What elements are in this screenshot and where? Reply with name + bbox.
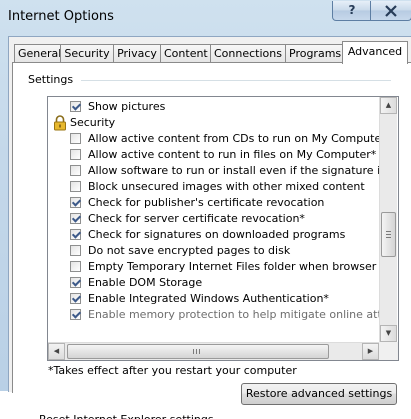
dialog-body: General Security Privacy Content Connect… — [8, 36, 411, 419]
thumb-grip-line — [386, 231, 391, 232]
settings-option-label: Allow active content to run in files on … — [88, 148, 377, 161]
tab-programs[interactable]: Programs — [285, 44, 344, 63]
checkbox-checked[interactable] — [70, 277, 81, 288]
close-button[interactable] — [370, 1, 411, 21]
reset-ie-group-label: Reset Internet Explorer settings — [39, 413, 214, 419]
tab-security[interactable]: Security — [60, 44, 114, 63]
help-button[interactable]: ? — [332, 1, 372, 21]
lock-icon — [54, 115, 66, 131]
title-bar: Internet Options ? — [0, 0, 411, 36]
settings-option-label: Do not save encrypted pages to disk — [88, 244, 291, 257]
settings-option-label: Allow active content from CDs to run on … — [88, 132, 379, 145]
settings-option-label: Enable memory protection to help mitigat… — [88, 308, 379, 321]
scroll-up-button[interactable]: ▲ — [380, 97, 397, 114]
vertical-scrollbar[interactable]: ▲ ▼ — [379, 97, 397, 342]
horizontal-scrollbar[interactable]: ◀ ▶ — [48, 342, 379, 360]
tab-advanced[interactable]: Advanced — [342, 41, 408, 64]
settings-checkbox-row[interactable]: Enable Integrated Windows Authentication… — [48, 291, 379, 307]
settings-category-security: Security — [48, 115, 379, 131]
settings-group-divider — [81, 80, 391, 81]
tab-privacy[interactable]: Privacy — [113, 44, 161, 63]
scrollbar-corner — [379, 342, 398, 360]
checkbox-checked[interactable] — [70, 229, 81, 240]
settings-option-label: Allow software to run or install even if… — [88, 164, 379, 177]
settings-checkbox-row[interactable]: Show pictures — [48, 99, 379, 115]
restart-note: *Takes effect after you restart your com… — [48, 364, 297, 377]
checkbox-unchecked[interactable] — [70, 165, 81, 176]
settings-list: Show pictures Security Allow active conten… — [48, 97, 379, 342]
thumb-grip-line — [386, 237, 391, 238]
settings-checkbox-row[interactable]: Check for server certificate revocation* — [48, 211, 379, 227]
checkbox-unchecked[interactable] — [70, 133, 81, 144]
checkbox-checked[interactable] — [70, 101, 81, 112]
settings-checkbox-row[interactable]: Empty Temporary Internet Files folder wh… — [48, 259, 379, 275]
thumb-grip-line — [196, 349, 197, 354]
settings-checkbox-row[interactable]: Check for publisher's certificate revoca… — [48, 195, 379, 211]
settings-checkbox-row[interactable]: Allow active content from CDs to run on … — [48, 131, 379, 147]
settings-checkbox-row[interactable]: Check for signatures on downloaded progr… — [48, 227, 379, 243]
checkbox-checked[interactable] — [70, 309, 81, 320]
tab-content[interactable]: Content — [160, 44, 211, 63]
restore-advanced-settings-button[interactable]: Restore advanced settings — [241, 383, 397, 405]
settings-option-label: Check for server certificate revocation* — [88, 212, 305, 225]
checkbox-checked[interactable] — [70, 197, 81, 208]
tab-connections[interactable]: Connections — [210, 44, 286, 63]
settings-checkbox-row[interactable]: Enable memory protection to help mitigat… — [48, 307, 379, 323]
checkbox-unchecked[interactable] — [70, 181, 81, 192]
checkbox-unchecked[interactable] — [70, 245, 81, 256]
settings-category-label: Security — [70, 116, 116, 129]
vertical-scroll-thumb[interactable] — [381, 212, 396, 257]
settings-option-label: Check for publisher's certificate revoca… — [88, 196, 325, 209]
checkbox-unchecked[interactable] — [70, 261, 81, 272]
checkbox-checked[interactable] — [70, 293, 81, 304]
tab-general[interactable]: General — [14, 44, 61, 63]
settings-option-label: Enable DOM Storage — [88, 276, 203, 289]
window-title: Internet Options — [8, 9, 114, 24]
horizontal-scroll-thumb[interactable] — [67, 344, 329, 359]
settings-option-label: Check for signatures on downloaded progr… — [88, 228, 346, 241]
settings-checkbox-row[interactable]: Block unsecured images with other mixed … — [48, 179, 379, 195]
internet-options-window: Internet Options ? General Security Priv… — [0, 0, 411, 419]
settings-option-label: Enable Integrated Windows Authentication… — [88, 292, 329, 305]
settings-checkbox-row[interactable]: Allow active content to run in files on … — [48, 147, 379, 163]
scroll-right-button[interactable]: ▶ — [362, 343, 379, 360]
scroll-down-button[interactable]: ▼ — [380, 325, 397, 342]
advanced-tab-panel: Settings Show pictures Security Allow acti… — [12, 62, 411, 419]
thumb-grip-line — [199, 349, 200, 354]
settings-checkbox-row[interactable]: Enable DOM Storage — [48, 275, 379, 291]
thumb-grip-line — [193, 349, 194, 354]
scroll-left-button[interactable]: ◀ — [48, 343, 65, 360]
settings-option-label: Empty Temporary Internet Files folder wh… — [88, 260, 379, 273]
close-icon — [385, 5, 397, 17]
checkbox-checked[interactable] — [70, 213, 81, 224]
settings-option-label: Block unsecured images with other mixed … — [88, 180, 365, 193]
settings-checkbox-row[interactable]: Do not save encrypted pages to disk — [48, 243, 379, 259]
settings-option-label: Show pictures — [88, 100, 166, 113]
checkbox-unchecked[interactable] — [70, 149, 81, 160]
settings-checkbox-row[interactable]: Allow software to run or install even if… — [48, 163, 379, 179]
settings-listbox[interactable]: Show pictures Security Allow active conten… — [47, 96, 399, 361]
thumb-grip-line — [386, 234, 391, 235]
settings-group-label: Settings — [28, 73, 78, 86]
